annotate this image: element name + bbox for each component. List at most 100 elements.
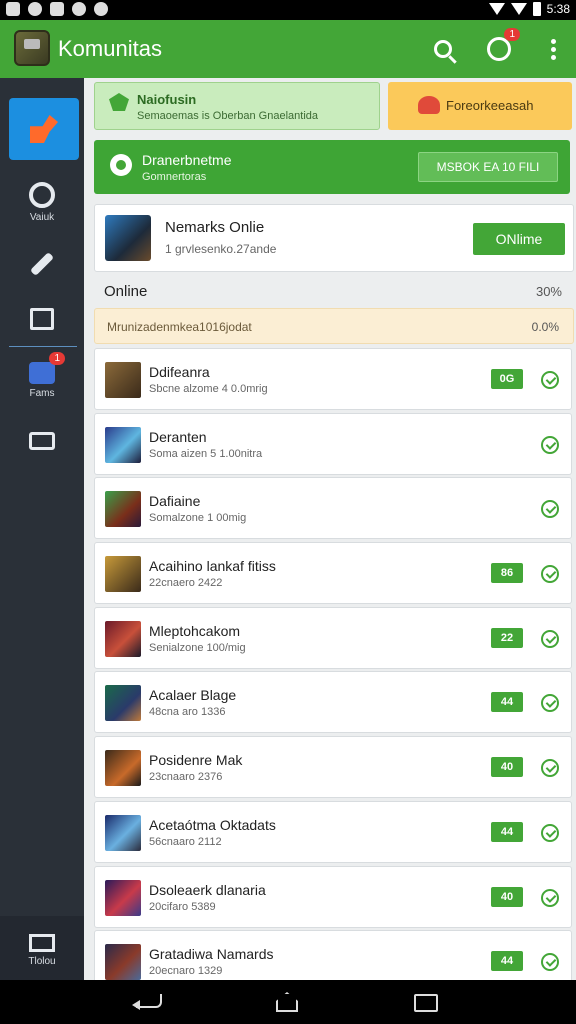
featured-card[interactable]: Nemarks Onlie 1 grvlesenko.27ande ONlime [94, 204, 574, 272]
main-content: Naiofusin Semaoemas is Oberban Gnaelanti… [84, 78, 576, 993]
avatar [105, 215, 151, 261]
check-icon[interactable] [541, 500, 559, 519]
player-list: Ddifeanra Sbcne alzome 4 0.0mrig 0G Derante… [94, 348, 574, 995]
player-name: Acalaer Blage [149, 687, 237, 704]
signal-icon [510, 3, 527, 15]
player-subtitle: 48cna aro 1336 [149, 706, 226, 719]
search-icon[interactable] [428, 34, 458, 64]
sidebar-item-vaiuk[interactable]: Vaiuk [0, 182, 84, 223]
mascot-icon [418, 96, 440, 114]
more-options-icon[interactable] [538, 34, 568, 64]
app-logo-icon [14, 30, 50, 66]
player-name: Gratadiwa Namards [149, 946, 274, 963]
avatar [105, 944, 141, 981]
section-header: Online 30% [94, 276, 574, 306]
sidebar-item-games[interactable]: 1 Fams [0, 352, 84, 399]
player-name: Deranten [149, 428, 207, 445]
notification-icon [6, 2, 20, 16]
notice-text: Mrunizadenmkea1016jodat [107, 320, 252, 334]
promo-card: Dranerbnetme Gomnertoras MSBOK EA 10 FIL… [94, 140, 570, 194]
document-icon [30, 308, 54, 330]
secondary-banner-label: Foreorkeeasah [446, 98, 534, 113]
player-name: Acetaótma Oktadats [149, 816, 276, 833]
status-badge: 40 [491, 886, 523, 907]
status-badge: 44 [491, 821, 523, 842]
player-subtitle: Soma aizen 5 1.00nitra [149, 447, 263, 460]
check-icon[interactable] [541, 823, 559, 842]
sidebar-item-settings[interactable]: Tlolou [0, 916, 84, 980]
check-icon[interactable] [541, 371, 559, 389]
section-value: 30% [535, 284, 562, 299]
list-item[interactable]: Acalaer Blage 48cna aro 1336 44 [94, 671, 572, 734]
list-item[interactable]: Acaihino lankaf fitiss 22cnaero 2422 86 [94, 542, 572, 605]
online-button[interactable]: ONlime [473, 223, 565, 255]
check-icon[interactable] [541, 435, 559, 454]
list-item[interactable]: Dafiaine Somalzone 1 00mig [94, 477, 572, 540]
recent-apps-icon[interactable] [414, 994, 438, 1012]
check-icon[interactable] [541, 629, 559, 648]
check-icon[interactable] [541, 694, 559, 713]
avatar [105, 620, 141, 657]
sidebar-item-messages[interactable] [0, 432, 84, 450]
featured-subtitle: 1 grvlesenko.27ande [165, 242, 277, 256]
notification-icon [28, 2, 42, 16]
player-subtitle: Sbcne alzome 4 0.0mrig [149, 383, 268, 395]
games-icon: 1 [29, 352, 65, 384]
info-banner[interactable]: Naiofusin Semaoemas is Oberban Gnaelanti… [94, 82, 380, 130]
status-badge: 44 [491, 951, 523, 972]
status-badge: 86 [491, 563, 523, 584]
power-icon [29, 182, 55, 208]
sidebar-divider [9, 346, 77, 347]
app-title: Komunitas [58, 36, 162, 61]
secondary-banner[interactable]: Foreorkeeasah [388, 82, 572, 130]
list-item[interactable]: Posidenre Mak 23cnaaro 2376 40 [94, 736, 572, 799]
sidebar-item-documents[interactable] [0, 308, 84, 330]
player-name: Ddifeanra [149, 364, 210, 380]
back-icon[interactable] [132, 994, 162, 1010]
check-icon[interactable] [541, 953, 559, 972]
avatar [105, 879, 141, 916]
shield-icon [109, 93, 129, 111]
list-item[interactable]: Deranten Soma aizen 5 1.00nitra [94, 412, 572, 475]
notification-icon [94, 2, 108, 16]
mail-icon [29, 432, 55, 450]
notification-icon [72, 2, 86, 16]
status-badge: 44 [491, 692, 523, 713]
player-name: Acaihino lankaf fitiss [149, 558, 276, 575]
avatar [105, 685, 141, 722]
promo-button[interactable]: MSBOK EA 10 FILI [418, 152, 558, 182]
player-name: Posidenre Mak [149, 752, 243, 769]
sidebar: Vaiuk 1 Fams Tlolou [0, 78, 84, 980]
player-subtitle: 23cnaaro 2376 [149, 771, 223, 784]
status-bar: 5:38 [0, 0, 576, 20]
avatar [105, 750, 141, 787]
notification-icon [50, 2, 64, 16]
promo-title: Dranerbnetme [142, 152, 232, 168]
home-nav-icon[interactable] [276, 992, 298, 1012]
notifications-icon[interactable]: 1 [484, 28, 520, 64]
status-badge: 22 [491, 627, 523, 648]
list-item[interactable]: Ddifeanra Sbcne alzome 4 0.0mrig 0G [94, 348, 572, 410]
avatar [105, 814, 141, 851]
list-item[interactable]: Acetaótma Oktadats 56cnaaro 2112 44 [94, 800, 572, 863]
navigation-bar [0, 980, 576, 1024]
settings-icon [29, 934, 55, 952]
player-subtitle: Senialzone 100/mig [149, 641, 246, 654]
status-notifications [6, 2, 108, 16]
check-icon[interactable] [541, 888, 559, 907]
home-icon [30, 115, 58, 143]
list-item[interactable]: Dsoleaerk dlanaria 20cifaro 5389 40 [94, 865, 572, 928]
notice-value: 0.0% [531, 320, 559, 334]
status-badge: 0G [491, 369, 523, 389]
player-subtitle: 22cnaero 2422 [149, 577, 223, 590]
check-icon[interactable] [541, 565, 559, 584]
player-subtitle: 56cnaaro 2112 [149, 835, 222, 848]
list-item[interactable]: Mleptohcakom Senialzone 100/mig 22 [94, 606, 572, 669]
check-icon[interactable] [541, 759, 559, 778]
section-title: Online [104, 283, 148, 300]
notification-badge: 1 [504, 28, 520, 41]
sidebar-item-home[interactable] [9, 98, 79, 160]
sidebar-item-tools[interactable] [0, 251, 84, 277]
featured-title: Nemarks Onlie [165, 219, 265, 236]
sidebar-item-label: Vaiuk [29, 212, 55, 223]
